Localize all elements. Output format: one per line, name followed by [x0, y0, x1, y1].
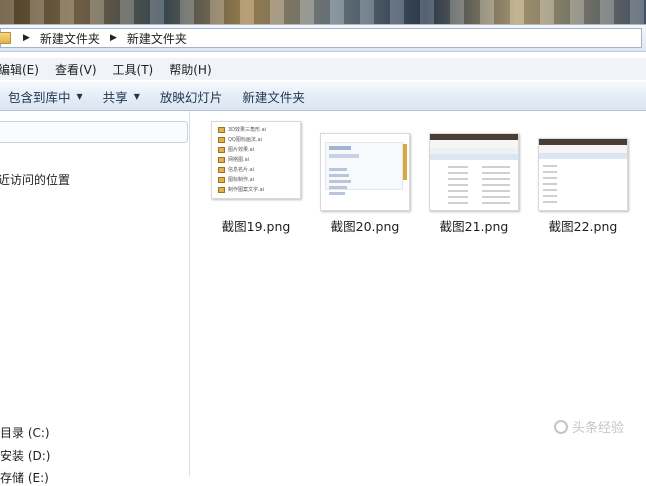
ai-file-icon [218, 137, 225, 143]
desktop-wallpaper-strip [0, 0, 646, 26]
watermark-text: 头条经验 [572, 417, 624, 436]
slideshow-button[interactable]: 放映幻灯片 [150, 87, 233, 106]
ai-file-icon [218, 187, 225, 193]
preview-icons [403, 144, 407, 180]
nav-item-drive-c[interactable]: 系统目录 (C:) [0, 424, 50, 441]
file-name[interactable]: 截图19.png [201, 216, 311, 235]
preview-row [482, 202, 510, 204]
dropdown-caret-icon: ▼ [134, 92, 140, 101]
preview-row [543, 183, 557, 185]
menu-tools[interactable]: 工具(T) [105, 61, 162, 78]
preview-row [448, 178, 468, 180]
preview-row [543, 165, 557, 167]
preview-header [430, 140, 518, 148]
preview-header [430, 154, 518, 160]
file-name[interactable]: 截图20.png [310, 216, 420, 235]
address-bar: ▶ 新建文件夹 ▶ 新建文件夹 [0, 24, 646, 52]
preview-line: 图标制作.ai [228, 177, 254, 183]
preview-line: 网络图.ai [228, 157, 249, 163]
file-name[interactable]: 截图22.png [528, 216, 638, 235]
file-thumbnail[interactable] [320, 133, 410, 211]
menu-bar: 编辑(E) 查看(V) 工具(T) 帮助(H) [0, 58, 646, 80]
ai-file-icon [218, 177, 225, 183]
include-in-library-label: 包含到库中 [8, 87, 71, 106]
folder-icon [0, 32, 11, 44]
navigation-pane: 最近访问的位置 下载 系统目录 (C:) 软件安装 (D:) 文档存储 (E:) [0, 111, 190, 476]
new-folder-button[interactable]: 新建文件夹 [232, 87, 315, 106]
ai-file-icon [218, 127, 225, 133]
file-list: 3D效果三角形.ai QQ图标画法.ai 图片效果.ai 网络图.ai 信息名片… [191, 111, 646, 476]
preview-row [543, 195, 557, 197]
ai-file-icon [218, 167, 225, 173]
preview-row [482, 172, 510, 174]
ai-file-icon [218, 147, 225, 153]
menu-help[interactable]: 帮助(H) [161, 61, 219, 78]
preview-nav [329, 168, 347, 171]
preview-line: 信息名片.ai [228, 167, 254, 173]
watermark: 头条经验 [554, 417, 624, 436]
preview-row [448, 166, 468, 168]
dropdown-caret-icon: ▼ [77, 92, 83, 101]
preview-row [448, 172, 468, 174]
share-button[interactable]: 共享 ▼ [93, 87, 150, 106]
preview-header [539, 145, 627, 153]
nav-item-drive-e[interactable]: 文档存储 (E:) [0, 469, 49, 486]
breadcrumb-folder-1[interactable]: 新建文件夹 [38, 30, 102, 47]
preview-row [543, 189, 557, 191]
watermark-logo-icon [554, 420, 568, 434]
preview-row [482, 196, 510, 198]
menu-view[interactable]: 查看(V) [47, 61, 105, 78]
preview-row [448, 202, 468, 204]
address-box[interactable]: ▶ 新建文件夹 ▶ 新建文件夹 [0, 28, 642, 48]
preview-row [543, 177, 557, 179]
preview-row [448, 190, 468, 192]
nav-item-recent-places[interactable]: 最近访问的位置 [0, 171, 70, 188]
chevron-right-icon[interactable]: ▶ [110, 33, 117, 43]
preview-nav [329, 174, 349, 177]
file-thumbnail[interactable] [429, 133, 519, 211]
include-in-library-button[interactable]: 包含到库中 ▼ [0, 87, 93, 106]
preview-line: 3D效果三角形.ai [228, 127, 266, 133]
menu-edit[interactable]: 编辑(E) [0, 61, 47, 78]
command-toolbar: 包含到库中 ▼ 共享 ▼ 放映幻灯片 新建文件夹 [0, 81, 646, 111]
preview-nav [329, 146, 351, 150]
preview-line: 制作图案文字.ai [228, 187, 264, 193]
nav-pane-top-box[interactable] [0, 121, 188, 143]
breadcrumb-folder-2[interactable]: 新建文件夹 [125, 30, 189, 47]
preview-nav [329, 154, 359, 158]
preview-line: QQ图标画法.ai [228, 137, 262, 143]
preview-row [448, 196, 468, 198]
preview-nav [329, 192, 345, 195]
preview-nav [329, 186, 347, 189]
preview-header [539, 153, 627, 159]
chevron-right-icon[interactable]: ▶ [23, 33, 30, 43]
file-thumbnail[interactable] [538, 138, 628, 211]
ai-file-icon [218, 157, 225, 163]
preview-row [543, 201, 557, 203]
preview-row [482, 184, 510, 186]
preview-row [482, 166, 510, 168]
preview-nav [329, 180, 351, 183]
share-label: 共享 [103, 87, 128, 106]
preview-row [448, 184, 468, 186]
preview-row [482, 190, 510, 192]
nav-item-drive-d[interactable]: 软件安装 (D:) [0, 447, 50, 464]
file-thumbnail[interactable]: 3D效果三角形.ai QQ图标画法.ai 图片效果.ai 网络图.ai 信息名片… [211, 121, 301, 199]
preview-row [482, 178, 510, 180]
preview-row [543, 171, 557, 173]
preview-line: 图片效果.ai [228, 147, 254, 153]
file-name[interactable]: 截图21.png [419, 216, 529, 235]
